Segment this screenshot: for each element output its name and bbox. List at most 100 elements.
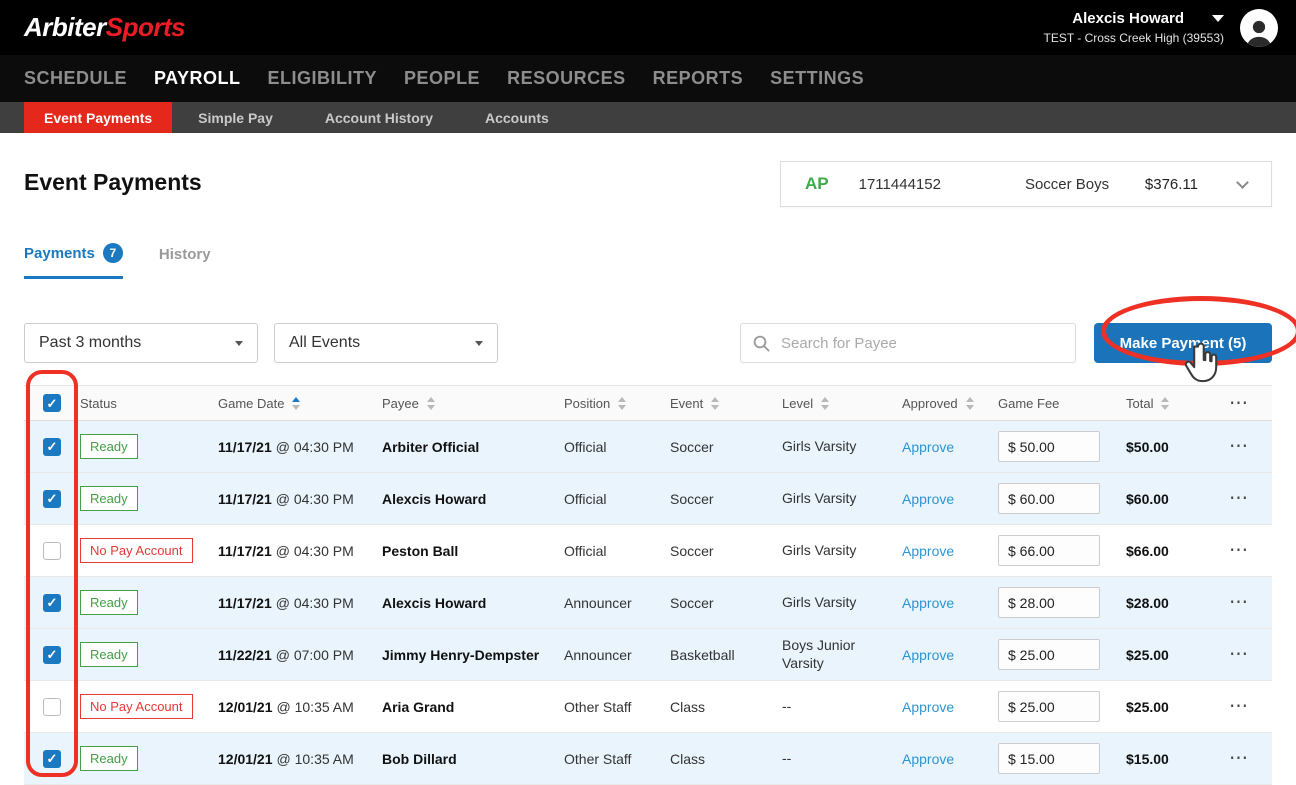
subnav-item-event-payments[interactable]: Event Payments (24, 102, 172, 133)
row-menu-icon[interactable]: ⋯ (1229, 749, 1249, 768)
payments-count-badge: 7 (103, 243, 123, 263)
user-menu[interactable]: Alexcis Howard (1043, 10, 1224, 27)
subnav-item-account-history[interactable]: Account History (299, 102, 459, 133)
game-fee-input[interactable] (998, 639, 1100, 670)
event-cell: Basketball (670, 647, 782, 663)
tab-history[interactable]: History (159, 243, 211, 279)
select-all-checkbox[interactable] (43, 394, 61, 412)
row-menu-icon[interactable]: ⋯ (1229, 541, 1249, 560)
payee-cell: Alexcis Howard (382, 595, 564, 611)
approve-link[interactable]: Approve (902, 699, 954, 715)
tabs: Payments 7 History (24, 243, 1272, 279)
nav-item-resources[interactable]: RESOURCES (507, 68, 626, 89)
total-cell: $50.00 (1126, 439, 1206, 455)
nav-item-schedule[interactable]: SCHEDULE (24, 68, 127, 89)
user-name: Alexcis Howard (1072, 10, 1184, 27)
header-event[interactable]: Event (670, 396, 782, 411)
game-fee-input[interactable] (998, 691, 1100, 722)
event-cell: Class (670, 751, 782, 767)
event-cell: Soccer (670, 439, 782, 455)
payments-table: Status Game Date Payee Position Event Le… (24, 385, 1272, 785)
position-cell: Official (564, 491, 670, 507)
top-bar: ArbiterSports Alexcis Howard TEST - Cros… (0, 0, 1296, 55)
tab-payments[interactable]: Payments 7 (24, 243, 123, 279)
nav-item-settings[interactable]: SETTINGS (770, 68, 864, 89)
user-org: TEST - Cross Creek High (39553) (1043, 31, 1224, 45)
date-range-value: Past 3 months (39, 334, 141, 352)
sort-icons[interactable] (711, 397, 719, 410)
game-fee-input[interactable] (998, 743, 1100, 774)
arbitersports-logo[interactable]: ArbiterSports (24, 12, 185, 43)
nav-item-eligibility[interactable]: ELIGIBILITY (268, 68, 378, 89)
status-badge: Ready (80, 434, 138, 459)
table-row: Ready 11/17/21@ 04:30 PM Alexcis Howard … (24, 577, 1272, 629)
search-input[interactable] (740, 323, 1076, 363)
sort-icons[interactable] (1161, 397, 1169, 410)
approve-link[interactable]: Approve (902, 543, 954, 559)
row-menu-icon[interactable]: ⋯ (1229, 697, 1249, 716)
header-payee[interactable]: Payee (382, 396, 564, 411)
sort-icons[interactable] (966, 397, 974, 410)
header-level[interactable]: Level (782, 396, 902, 411)
game-fee-input[interactable] (998, 587, 1100, 618)
select-caret-icon (235, 341, 243, 346)
nav-item-payroll[interactable]: PAYROLL (154, 68, 241, 89)
game-fee-input[interactable] (998, 483, 1100, 514)
row-menu-icon[interactable]: ⋯ (1229, 489, 1249, 508)
sub-nav: Event Payments Simple Pay Account Histor… (0, 102, 1296, 133)
approve-link[interactable]: Approve (902, 751, 954, 767)
table-row: Ready 11/22/21@ 07:00 PM Jimmy Henry-Dem… (24, 629, 1272, 681)
main-nav: SCHEDULE PAYROLL ELIGIBILITY PEOPLE RESO… (0, 55, 1296, 102)
event-filter-value: All Events (289, 334, 360, 352)
row-menu-icon[interactable]: ⋯ (1229, 437, 1249, 456)
status-badge: No Pay Account (80, 538, 193, 563)
tab-payments-label: Payments (24, 245, 95, 262)
subnav-item-accounts[interactable]: Accounts (459, 102, 575, 133)
avatar[interactable] (1240, 9, 1278, 47)
row-checkbox[interactable] (43, 698, 61, 716)
header-menu-icon[interactable]: ⋯ (1229, 394, 1249, 413)
sort-icons[interactable] (427, 397, 435, 410)
level-cell: -- (782, 750, 902, 768)
game-fee-input[interactable] (998, 431, 1100, 462)
date-range-select[interactable]: Past 3 months (24, 323, 258, 363)
row-checkbox[interactable] (43, 594, 61, 612)
search-icon (753, 335, 770, 357)
approve-link[interactable]: Approve (902, 491, 954, 507)
row-menu-icon[interactable]: ⋯ (1229, 645, 1249, 664)
row-checkbox[interactable] (43, 490, 61, 508)
nav-item-reports[interactable]: REPORTS (653, 68, 744, 89)
header-approved[interactable]: Approved (902, 396, 998, 411)
approve-link[interactable]: Approve (902, 595, 954, 611)
payee-search (740, 323, 1076, 363)
table-header-row: Status Game Date Payee Position Event Le… (24, 385, 1272, 421)
row-checkbox[interactable] (43, 542, 61, 560)
header-game-date[interactable]: Game Date (218, 396, 382, 411)
make-payment-button[interactable]: Make Payment (5) (1094, 323, 1272, 363)
approve-link[interactable]: Approve (902, 439, 954, 455)
total-cell: $15.00 (1126, 751, 1206, 767)
content: Event Payments AP 1711444152 Soccer Boys… (0, 133, 1296, 785)
approve-link[interactable]: Approve (902, 647, 954, 663)
game-fee-input[interactable] (998, 535, 1100, 566)
payee-cell: Arbiter Official (382, 439, 564, 455)
sort-icons[interactable] (618, 397, 626, 410)
sort-icons[interactable] (292, 397, 300, 410)
row-checkbox[interactable] (43, 646, 61, 664)
payment-summary-card[interactable]: AP 1711444152 Soccer Boys $376.11 (780, 161, 1272, 207)
header-total[interactable]: Total (1126, 396, 1206, 411)
chevron-down-icon[interactable] (1236, 176, 1249, 189)
nav-item-people[interactable]: PEOPLE (404, 68, 480, 89)
game-date-cell: 11/17/21@ 04:30 PM (218, 439, 382, 455)
subnav-item-simple-pay[interactable]: Simple Pay (172, 102, 299, 133)
row-menu-icon[interactable]: ⋯ (1229, 593, 1249, 612)
filter-bar: Past 3 months All Events Make Payment (5… (24, 323, 1272, 363)
payment-number: 1711444152 (859, 176, 941, 193)
row-checkbox[interactable] (43, 750, 61, 768)
event-cell: Soccer (670, 543, 782, 559)
sort-icons[interactable] (821, 397, 829, 410)
row-checkbox[interactable] (43, 438, 61, 456)
event-filter-select[interactable]: All Events (274, 323, 498, 363)
tab-history-label: History (159, 246, 211, 263)
header-position[interactable]: Position (564, 396, 670, 411)
